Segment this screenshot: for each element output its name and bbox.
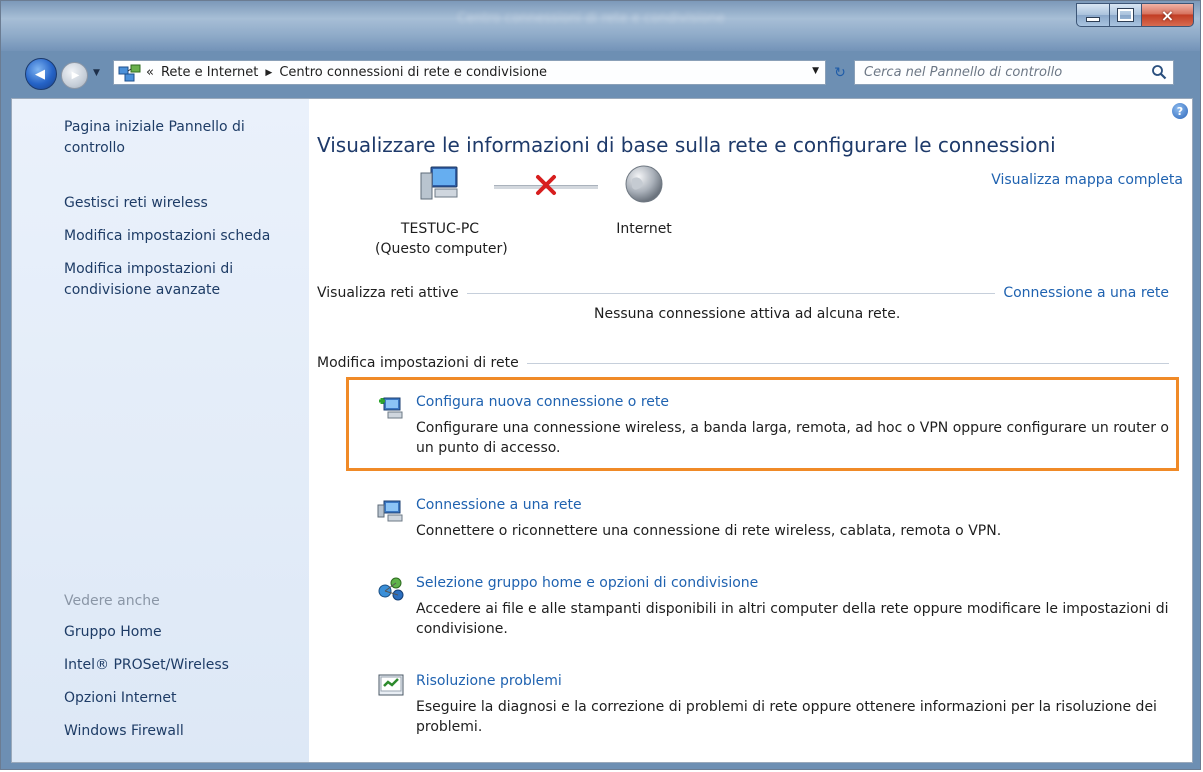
search-box[interactable] [854,60,1174,85]
task-description: Accedere ai file e alle stampanti dispon… [416,601,1169,637]
task-new-connection: Configura nuova connessione o rete Confi… [379,392,1203,458]
no-connection-text: Nessuna connessione attiva ad alcuna ret… [594,306,901,322]
task-homegroup: Selezione gruppo home e opzioni di condi… [378,573,1203,639]
task-description: Connettere o riconnettere una connession… [416,523,1002,539]
task-connect-network: Connessione a una rete Connettere o rico… [377,495,1203,541]
sidebar-link-adapter-settings[interactable]: Modifica impostazioni scheda [64,226,294,247]
breadcrumb-overflow-icon[interactable]: « [146,65,154,80]
homegroup-icon[interactable] [376,573,406,603]
breadcrumb-rete-internet[interactable]: Rete e Internet [158,65,261,80]
explorer-window: Centro connessioni di rete e condivision… [0,0,1201,770]
title-bar[interactable]: Centro connessioni di rete e condivision… [1,1,1200,51]
main-panel: ? Visualizzare le informazioni di base s… [309,99,1192,762]
back-button[interactable]: ◀ [25,58,57,90]
breadcrumb-network-center[interactable]: Centro connessioni di rete e condivision… [276,65,550,80]
sidebar-link-homegroup[interactable]: Gruppo Home [64,622,294,643]
active-networks-divider [466,292,996,294]
maximize-icon [1117,8,1134,22]
active-networks-heading: Visualizza reti attive [317,285,459,301]
internet-globe-icon[interactable] [623,163,665,205]
refresh-button[interactable]: ↻ [830,60,850,85]
search-icon[interactable] [1151,64,1167,80]
disconnected-x-icon[interactable] [534,173,558,197]
new-connection-icon[interactable] [376,392,406,422]
maximize-button[interactable] [1110,3,1142,27]
back-arrow-icon: ◀ [35,66,45,82]
setup-new-connection-link[interactable]: Configura nuova connessione o rete [416,392,1203,412]
help-button[interactable]: ? [1172,103,1188,119]
close-button[interactable]: × [1142,3,1194,27]
this-computer-label: (Questo computer) [375,241,508,257]
task-description: Eseguire la diagnosi e la correzione di … [416,699,1157,735]
connect-to-network-task-link[interactable]: Connessione a una rete [416,495,1203,515]
internet-label: Internet [616,221,672,237]
refresh-icon: ↻ [834,64,846,81]
breadcrumb-separator-icon[interactable]: ▶ [261,68,276,78]
caption-buttons: × [1076,3,1194,27]
task-pane: Pagina iniziale Pannello di controllo Ge… [12,99,309,762]
close-icon: × [1160,5,1175,25]
see-also-heading: Vedere anche [64,593,160,609]
sidebar-link-internet-options[interactable]: Opzioni Internet [64,688,294,709]
task-troubleshoot: Risoluzione problemi Eseguire la diagnos… [378,671,1203,737]
content-area: Pagina iniziale Pannello di controllo Ge… [11,98,1193,763]
change-settings-divider [526,362,1169,364]
active-networks-header: Visualizza reti attive Connessione a una… [317,285,1169,301]
page-title: Visualizzare le informazioni di base sul… [317,133,1056,157]
window-title: Centro connessioni di rete e condivision… [457,11,725,26]
help-icon: ? [1176,104,1184,118]
network-center-icon [118,64,142,82]
sidebar-link-control-panel-home[interactable]: Pagina iniziale Pannello di controllo [64,117,294,159]
view-full-map-link[interactable]: Visualizza mappa completa [991,172,1183,188]
navigation-bar: ◀ ▶ ▼ « Rete e Internet ▶ Centro conness… [1,51,1200,97]
minimize-icon [1086,16,1100,22]
connect-to-network-link[interactable]: Connessione a una rete [1003,285,1169,301]
change-settings-header: Modifica impostazioni di rete [317,355,1169,371]
computer-icon[interactable] [419,163,461,205]
forward-button[interactable]: ▶ [61,62,88,89]
recent-pages-dropdown-icon[interactable]: ▼ [93,68,100,78]
address-dropdown-icon[interactable]: ▼ [812,66,819,76]
sidebar-link-manage-wireless[interactable]: Gestisci reti wireless [64,193,294,214]
sidebar-link-intel-proset[interactable]: Intel® PROSet/Wireless [64,655,294,676]
sidebar-link-windows-firewall[interactable]: Windows Firewall [64,721,294,742]
minimize-button[interactable] [1076,3,1110,27]
troubleshoot-icon[interactable] [376,671,406,701]
forward-arrow-icon: ▶ [71,70,80,81]
troubleshoot-problems-link[interactable]: Risoluzione problemi [416,671,1203,691]
connect-network-icon[interactable] [376,495,406,525]
search-input[interactable] [862,64,1136,81]
homegroup-sharing-link[interactable]: Selezione gruppo home e opzioni di condi… [416,573,1203,593]
computer-name-label: TESTUC-PC [400,221,480,237]
change-settings-heading: Modifica impostazioni di rete [317,355,519,371]
address-bar[interactable]: « Rete e Internet ▶ Centro connessioni d… [113,60,826,85]
sidebar-link-advanced-sharing[interactable]: Modifica impostazioni di condivisione av… [64,259,294,301]
task-description: Configurare una connessione wireless, a … [416,420,1169,456]
